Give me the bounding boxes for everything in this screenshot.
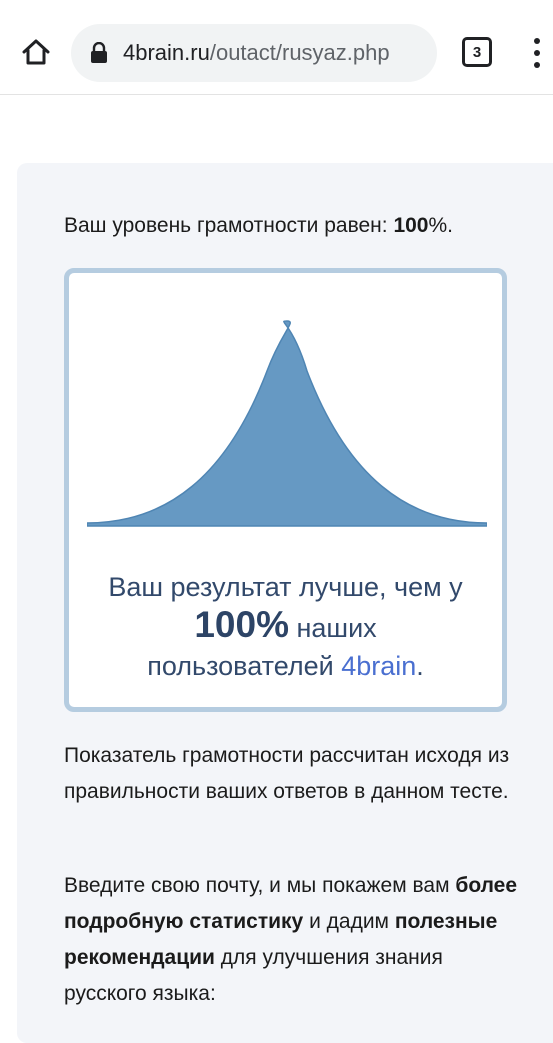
explanation-paragraph: Показатель грамотности рассчитан исходя … (64, 744, 510, 803)
literacy-level-line: Ваш уровень грамотности равен: 100%. (64, 212, 453, 240)
result-end: . (416, 651, 424, 681)
result-line3: пользователей (147, 651, 342, 681)
more-vert-icon[interactable] (527, 38, 547, 68)
brand-link[interactable]: 4brain (341, 651, 416, 681)
result-percent: 100% (194, 604, 289, 645)
home-button[interactable] (14, 30, 58, 74)
result-box: Ваш результат лучше, чем у 100% наших по… (64, 268, 507, 712)
url-text: 4brain.ru/outact/rusyaz.php (123, 39, 390, 67)
email-prompt-paragraph: Введите свою почту, и мы покажем вам бол… (64, 868, 524, 1012)
level-suffix: %. (428, 214, 453, 237)
level-prefix: Ваш уровень грамотности равен: (64, 214, 394, 237)
tab-count: 3 (472, 43, 482, 61)
lock-icon (91, 42, 107, 63)
home-icon (22, 39, 50, 65)
address-bar[interactable]: 4brain.ru/outact/rusyaz.php (71, 24, 437, 82)
prompt-part2: и дадим (303, 910, 395, 933)
prompt-part1: Введите свою почту, и мы покажем вам (64, 874, 456, 897)
result-line1: Ваш результат лучше, чем у (108, 572, 463, 602)
url-domain: 4brain.ru (123, 40, 210, 65)
result-text: Ваш результат лучше, чем у 100% наших по… (69, 568, 502, 685)
level-value: 100 (393, 214, 429, 237)
url-path: /outact/rusyaz.php (209, 40, 390, 65)
browser-toolbar: 4brain.ru/outact/rusyaz.php 3 (0, 0, 553, 95)
bell-curve-graphic (87, 320, 487, 527)
result-line2: наших (288, 613, 377, 643)
tab-switcher-button[interactable]: 3 (462, 37, 492, 67)
